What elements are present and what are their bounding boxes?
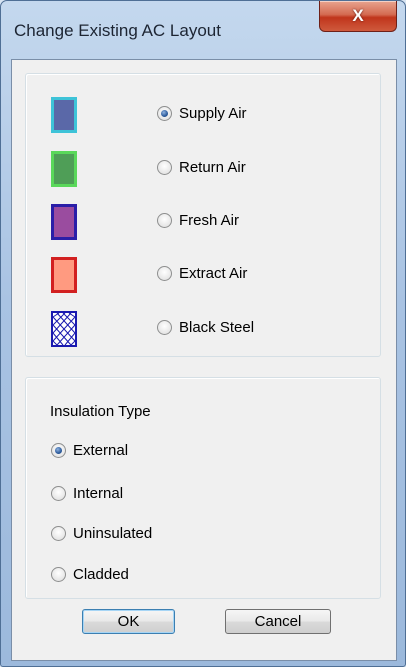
radio-label: Uninsulated — [73, 525, 153, 542]
radio-button-icon[interactable] — [157, 160, 172, 175]
radio-label: Fresh Air — [179, 212, 240, 229]
radio-button-icon[interactable] — [157, 320, 172, 335]
radio-label: External — [73, 442, 129, 459]
radio-label: Supply Air — [179, 105, 247, 122]
return-air-swatch — [51, 151, 77, 187]
radio-label: Return Air — [179, 159, 246, 176]
radio-internal[interactable]: Internal — [51, 485, 123, 502]
ok-button[interactable]: OK — [82, 609, 175, 634]
radio-button-icon[interactable] — [157, 213, 172, 228]
radio-cladded[interactable]: Cladded — [51, 566, 129, 583]
dialog-window: Change Existing AC Layout X Supply Air R… — [0, 0, 406, 667]
black-steel-swatch — [51, 311, 77, 347]
radio-fresh-air[interactable]: Fresh Air — [157, 212, 239, 229]
radio-button-icon[interactable] — [157, 266, 172, 281]
radio-black-steel[interactable]: Black Steel — [157, 319, 254, 336]
radio-label: Black Steel — [179, 319, 255, 336]
close-button[interactable]: X — [319, 1, 397, 32]
window-title: Change Existing AC Layout — [14, 21, 221, 40]
radio-supply-air[interactable]: Supply Air — [157, 105, 247, 122]
radio-button-icon[interactable] — [51, 567, 66, 582]
fresh-air-swatch — [51, 204, 77, 240]
cancel-button-label: Cancel — [254, 613, 302, 630]
supply-air-swatch — [51, 97, 77, 133]
radio-label: Extract Air — [179, 265, 248, 282]
radio-uninsulated[interactable]: Uninsulated — [51, 525, 152, 542]
radio-label: Cladded — [73, 566, 129, 583]
insulation-type-label: Insulation Type — [50, 403, 151, 420]
title-bar[interactable]: Change Existing AC Layout X — [1, 1, 405, 59]
radio-return-air[interactable]: Return Air — [157, 159, 246, 176]
radio-button-icon[interactable] — [51, 486, 66, 501]
ok-button-label: OK — [117, 613, 140, 630]
radio-button-icon[interactable] — [51, 443, 66, 458]
close-icon: X — [352, 6, 364, 25]
cancel-button[interactable]: Cancel — [225, 609, 331, 634]
radio-button-icon[interactable] — [157, 106, 172, 121]
radio-button-icon[interactable] — [51, 526, 66, 541]
radio-external[interactable]: External — [51, 442, 128, 459]
extract-air-swatch — [51, 257, 77, 293]
radio-extract-air[interactable]: Extract Air — [157, 265, 247, 282]
radio-label: Internal — [73, 485, 124, 502]
